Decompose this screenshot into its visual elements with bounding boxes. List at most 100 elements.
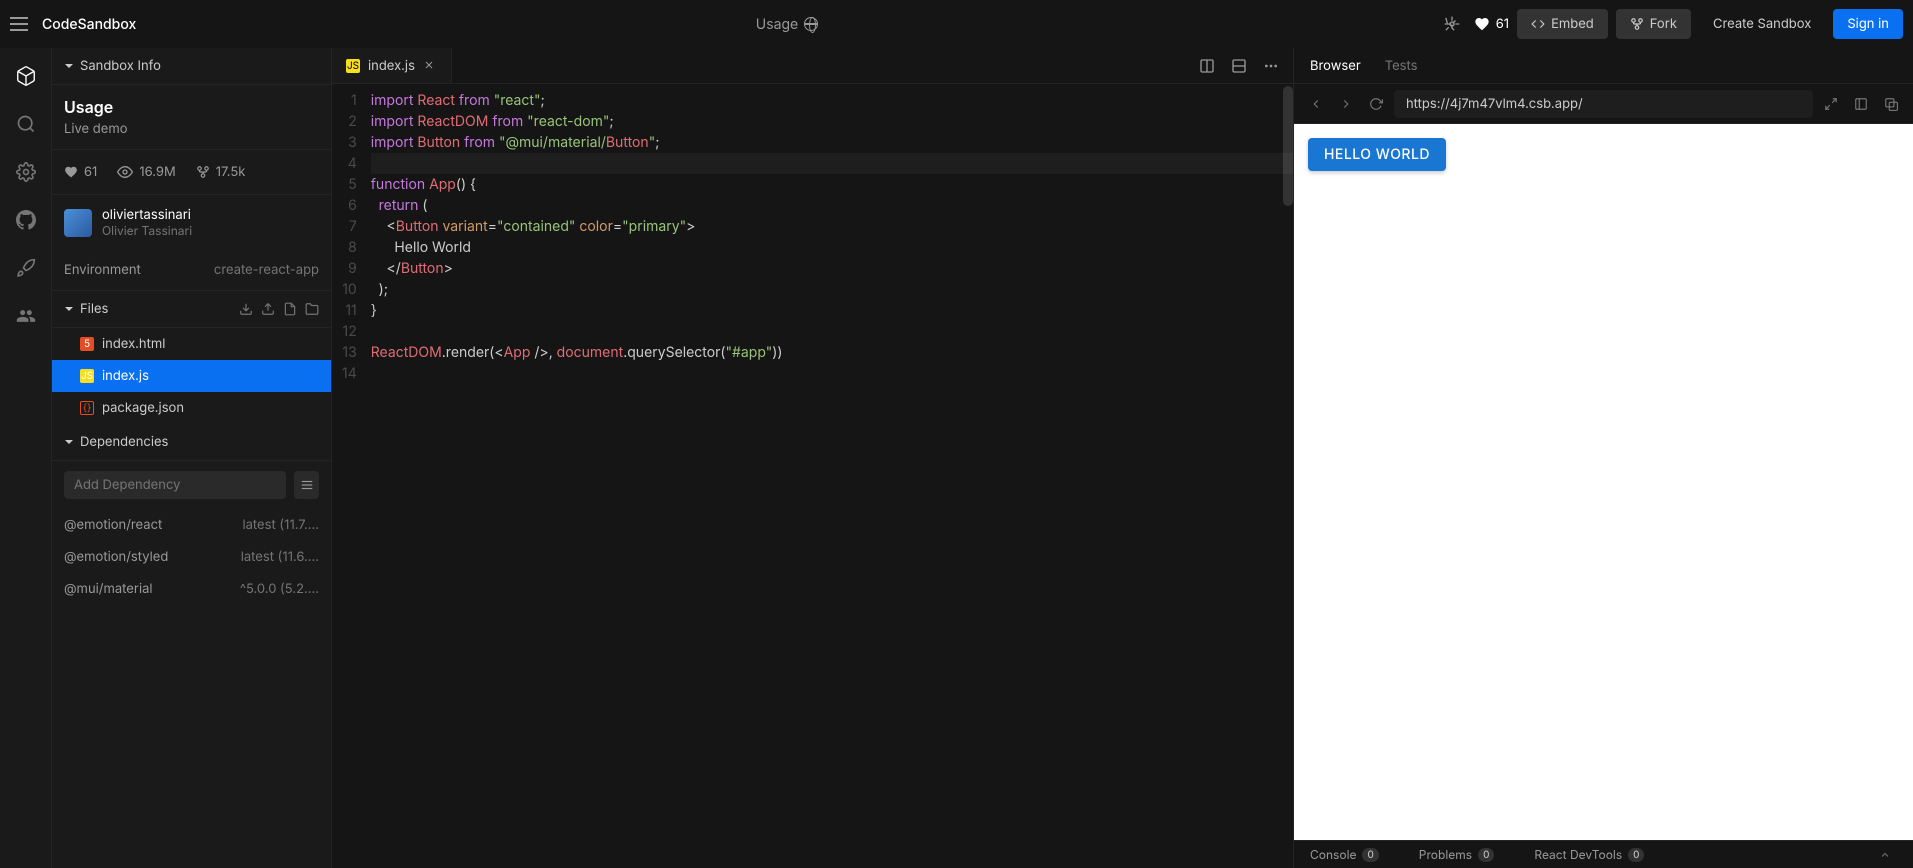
- sandbox-title-center: Usage: [756, 16, 798, 33]
- stat-views: 16.9M: [117, 164, 175, 180]
- menu-button[interactable]: [10, 17, 28, 31]
- code-line: import React from "react";: [371, 90, 1293, 111]
- file-name: index.html: [102, 336, 165, 352]
- preview-iframe[interactable]: HELLO WORLD: [1294, 124, 1913, 840]
- header-title[interactable]: Usage: [756, 16, 818, 33]
- dep-search-row: [52, 461, 331, 509]
- files-header[interactable]: Files: [52, 291, 331, 328]
- devtools-react[interactable]: React DevTools 0: [1534, 847, 1644, 862]
- likes-count: 61: [1496, 16, 1509, 32]
- close-icon[interactable]: [423, 59, 437, 73]
- dep-version: ^5.0.0 (5.2....: [240, 581, 319, 597]
- code-editor[interactable]: 1234567891011121314 import React from "r…: [332, 84, 1293, 868]
- nav-back-icon[interactable]: [1304, 92, 1328, 116]
- sandbox-subtitle: Live demo: [64, 121, 319, 137]
- logo[interactable]: CodeSandbox: [42, 16, 136, 33]
- header-left: CodeSandbox: [10, 16, 136, 33]
- preview-area: Browser Tests HELLO WOR: [1293, 48, 1913, 868]
- activity-sandbox-icon[interactable]: [14, 64, 38, 88]
- files-list: 5index.htmlJSindex.js{}package.json: [52, 328, 331, 424]
- code-line: import Button from "@mui/material/Button…: [371, 132, 1293, 153]
- dep-add-button[interactable]: [294, 471, 319, 499]
- devtools-console[interactable]: Console 0: [1310, 847, 1379, 862]
- js-icon: JS: [346, 59, 360, 73]
- activity-bar: [0, 48, 52, 868]
- environment-row: Environment create-react-app: [52, 250, 331, 291]
- download-icon[interactable]: [239, 302, 253, 316]
- signin-button[interactable]: Sign in: [1833, 9, 1903, 39]
- author-info: oliviertassinari Olivier Tassinari: [102, 207, 192, 238]
- activity-search-icon[interactable]: [14, 112, 38, 136]
- header-actions: 61 Embed Fork Create Sandbox Sign in: [1438, 9, 1903, 39]
- env-value: create-react-app: [214, 262, 319, 278]
- file-name: package.json: [102, 400, 184, 416]
- author-row[interactable]: oliviertassinari Olivier Tassinari: [52, 195, 331, 250]
- main: Sandbox Info Usage Live demo 61 16.9M 17…: [0, 48, 1913, 868]
- dep-item[interactable]: @emotion/react latest (11.7....: [52, 509, 331, 541]
- code-line: [371, 321, 1293, 342]
- upload-icon[interactable]: [261, 302, 275, 316]
- sandbox-info: Usage Live demo: [52, 85, 331, 150]
- embed-button[interactable]: Embed: [1517, 9, 1608, 39]
- hello-world-button[interactable]: HELLO WORLD: [1308, 138, 1446, 171]
- new-window-icon[interactable]: [1849, 92, 1873, 116]
- code-line: <Button variant="contained" color="prima…: [371, 216, 1293, 237]
- dep-name: @emotion/react: [64, 517, 162, 533]
- devtools-problems[interactable]: Problems 0: [1419, 847, 1495, 862]
- dep-item[interactable]: @mui/material ^5.0.0 (5.2....: [52, 573, 331, 605]
- code-line: );: [371, 279, 1293, 300]
- sandbox-info-header[interactable]: Sandbox Info: [52, 48, 331, 85]
- new-folder-icon[interactable]: [305, 302, 319, 316]
- code-line: Hello World: [371, 237, 1293, 258]
- tab-index-js[interactable]: JS index.js: [332, 48, 452, 83]
- likes-button[interactable]: 61: [1474, 16, 1509, 32]
- dep-name: @mui/material: [64, 581, 153, 597]
- file-item-index-js[interactable]: JSindex.js: [52, 360, 331, 392]
- dep-name: @emotion/styled: [64, 549, 168, 565]
- stat-forks: 17.5k: [196, 164, 246, 180]
- dep-version: latest (11.7....: [242, 517, 319, 533]
- author-username: oliviertassinari: [102, 207, 192, 223]
- avatar: [64, 209, 92, 237]
- activity-live-icon[interactable]: [14, 304, 38, 328]
- chevron-down-icon: [64, 304, 74, 314]
- new-file-icon[interactable]: [283, 302, 297, 316]
- author-realname: Olivier Tassinari: [102, 223, 192, 238]
- chevron-up-icon[interactable]: [1873, 843, 1897, 867]
- scrollbar-thumb[interactable]: [1283, 86, 1293, 206]
- editor-tabs: JS index.js: [332, 48, 1293, 84]
- activity-deploy-icon[interactable]: [14, 256, 38, 280]
- stat-likes: 61: [64, 164, 97, 180]
- settings-icon[interactable]: [1438, 10, 1466, 38]
- stats-row: 61 16.9M 17.5k: [52, 150, 331, 195]
- editor-area: JS index.js 12345678910: [332, 48, 1293, 868]
- dep-search-input[interactable]: [64, 471, 286, 499]
- dependencies-header[interactable]: Dependencies: [52, 424, 331, 461]
- tab-browser[interactable]: Browser: [1310, 48, 1361, 84]
- dep-item[interactable]: @emotion/styled latest (11.6....: [52, 541, 331, 573]
- env-label: Environment: [64, 262, 141, 278]
- globe-icon: [804, 17, 818, 31]
- url-bar: [1294, 84, 1913, 124]
- nav-forward-icon[interactable]: [1334, 92, 1358, 116]
- file-item-index-html[interactable]: 5index.html: [52, 328, 331, 360]
- file-name: index.js: [102, 368, 149, 384]
- activity-settings-icon[interactable]: [14, 160, 38, 184]
- file-item-package-json[interactable]: {}package.json: [52, 392, 331, 424]
- code-line: </Button>: [371, 258, 1293, 279]
- code-line: [371, 153, 1293, 174]
- url-input[interactable]: [1394, 90, 1813, 118]
- more-icon[interactable]: [1257, 52, 1285, 80]
- create-sandbox-button[interactable]: Create Sandbox: [1699, 9, 1825, 39]
- split-vertical-icon[interactable]: [1193, 52, 1221, 80]
- popup-icon[interactable]: [1879, 92, 1903, 116]
- fork-button[interactable]: Fork: [1616, 9, 1691, 39]
- expand-icon[interactable]: [1819, 92, 1843, 116]
- activity-github-icon[interactable]: [14, 208, 38, 232]
- reload-icon[interactable]: [1364, 92, 1388, 116]
- code-line: [371, 363, 1293, 384]
- split-horizontal-icon[interactable]: [1225, 52, 1253, 80]
- tab-tests[interactable]: Tests: [1385, 48, 1418, 84]
- code-line: import ReactDOM from "react-dom";: [371, 111, 1293, 132]
- dep-version: latest (11.6....: [241, 549, 319, 565]
